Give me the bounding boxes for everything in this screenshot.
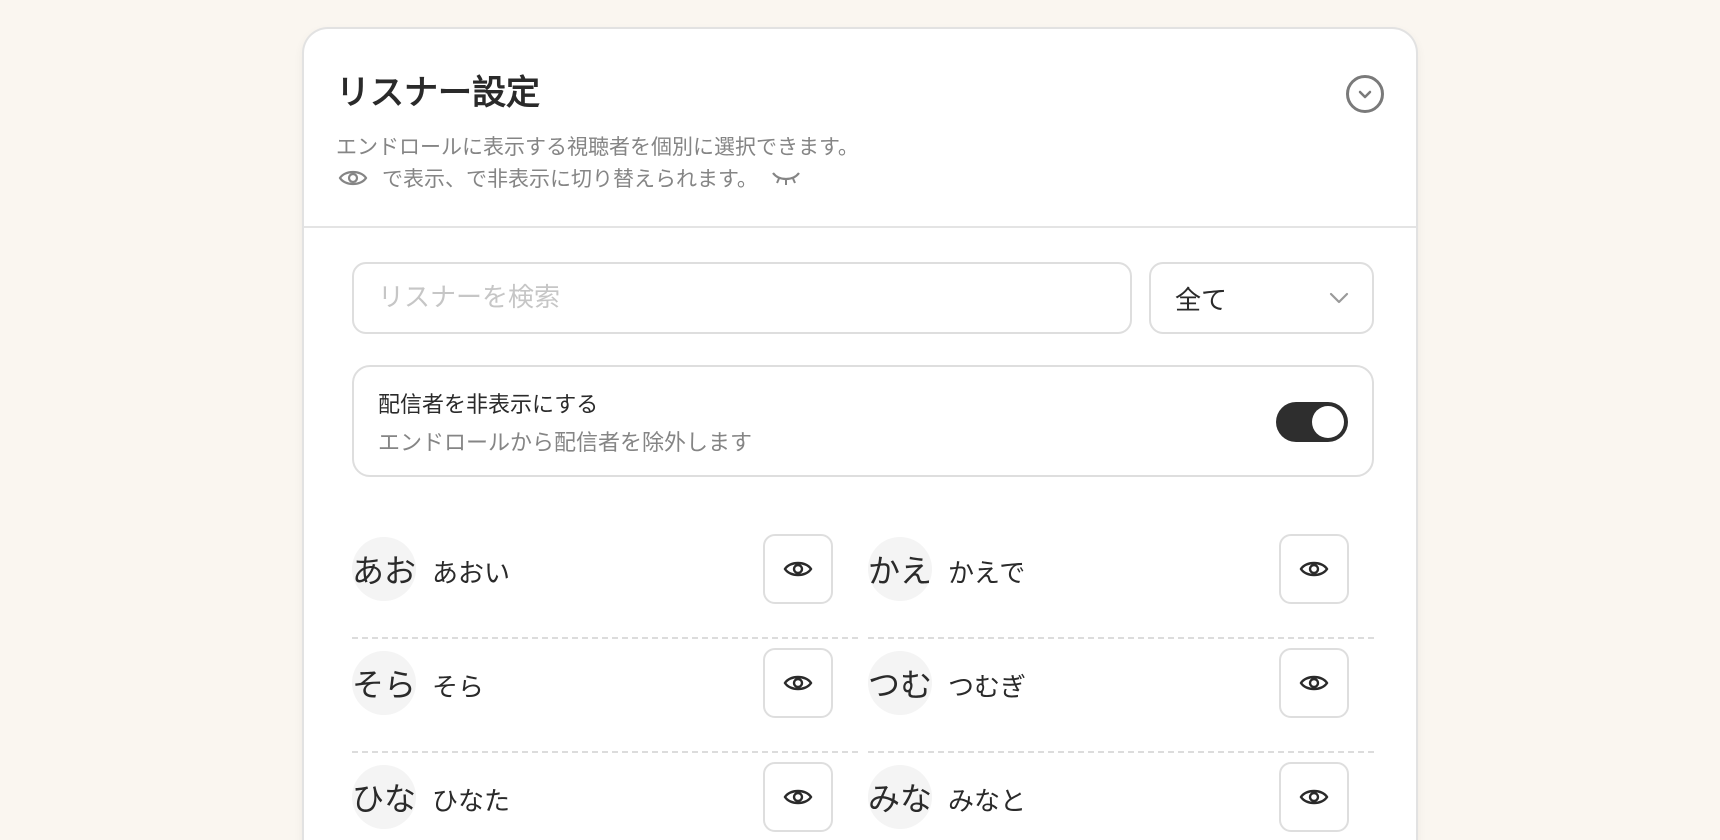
eye-icon bbox=[1299, 789, 1329, 805]
panel-title: リスナー設定 bbox=[336, 73, 540, 113]
panel-description: エンドロールに表示する視聴者を個別に選択できます。 bbox=[336, 135, 859, 159]
listener-avatar: ひな bbox=[352, 765, 416, 829]
listener-name: みなと bbox=[948, 787, 1027, 817]
chevron-down-icon bbox=[1329, 292, 1349, 304]
toggle-knob bbox=[1312, 406, 1344, 438]
panel-header: リスナー設定 エンドロールに表示する視聴者を個別に選択できます。 で表示、で非表… bbox=[304, 29, 1416, 228]
visibility-toggle-button[interactable] bbox=[1279, 534, 1349, 604]
hide-streamer-setting: 配信者を非表示にする エンドロールから配信者を除外します bbox=[352, 365, 1374, 477]
listener-name: ひなた bbox=[432, 787, 511, 817]
listener-item: つむ つむぎ bbox=[868, 639, 1374, 753]
listener-avatar: あお bbox=[352, 537, 416, 601]
panel-description-icons: で表示、で非表示に切り替えられます。 bbox=[336, 163, 802, 193]
listener-list: あお あおい かえ かえで そら そら つむ つむぎ ひな ひなた みな みなと bbox=[352, 525, 1374, 840]
description-line2-text: で表示、で非表示に切り替えられます。 bbox=[382, 167, 758, 191]
eye-closed-icon bbox=[770, 167, 802, 189]
listener-item: ひな ひなた bbox=[352, 753, 858, 840]
filter-selected-value: 全て bbox=[1175, 285, 1228, 316]
chevron-down-icon bbox=[1358, 90, 1372, 99]
visibility-toggle-button[interactable] bbox=[1279, 762, 1349, 832]
eye-icon bbox=[336, 167, 370, 189]
eye-icon bbox=[1299, 675, 1329, 691]
listener-name: あおい bbox=[432, 559, 511, 589]
collapse-button[interactable] bbox=[1346, 75, 1384, 113]
listener-item: あお あおい bbox=[352, 525, 858, 639]
search-row: 全て bbox=[352, 262, 1374, 334]
listener-item: そら そら bbox=[352, 639, 858, 753]
listener-name: かえで bbox=[948, 559, 1026, 589]
listener-avatar: みな bbox=[868, 765, 932, 829]
listener-name: つむぎ bbox=[948, 673, 1027, 703]
eye-icon bbox=[783, 675, 813, 691]
listener-item: かえ かえで bbox=[868, 525, 1374, 639]
hide-streamer-toggle[interactable] bbox=[1276, 402, 1348, 442]
eye-icon bbox=[1299, 561, 1329, 577]
filter-dropdown[interactable]: 全て bbox=[1149, 262, 1374, 334]
listener-item: みな みなと bbox=[868, 753, 1374, 840]
visibility-toggle-button[interactable] bbox=[763, 648, 833, 718]
hide-streamer-title: 配信者を非表示にする bbox=[378, 393, 599, 418]
listener-settings-panel: リスナー設定 エンドロールに表示する視聴者を個別に選択できます。 で表示、で非表… bbox=[302, 27, 1418, 840]
hide-streamer-subtitle: エンドロールから配信者を除外します bbox=[378, 431, 753, 456]
listener-search-input[interactable] bbox=[352, 262, 1132, 334]
listener-avatar: かえ bbox=[868, 537, 932, 601]
listener-avatar: そら bbox=[352, 651, 416, 715]
eye-icon bbox=[783, 561, 813, 577]
visibility-toggle-button[interactable] bbox=[763, 534, 833, 604]
visibility-toggle-button[interactable] bbox=[763, 762, 833, 832]
visibility-toggle-button[interactable] bbox=[1279, 648, 1349, 718]
listener-name: そら bbox=[432, 673, 485, 703]
listener-avatar: つむ bbox=[868, 651, 932, 715]
eye-icon bbox=[783, 789, 813, 805]
